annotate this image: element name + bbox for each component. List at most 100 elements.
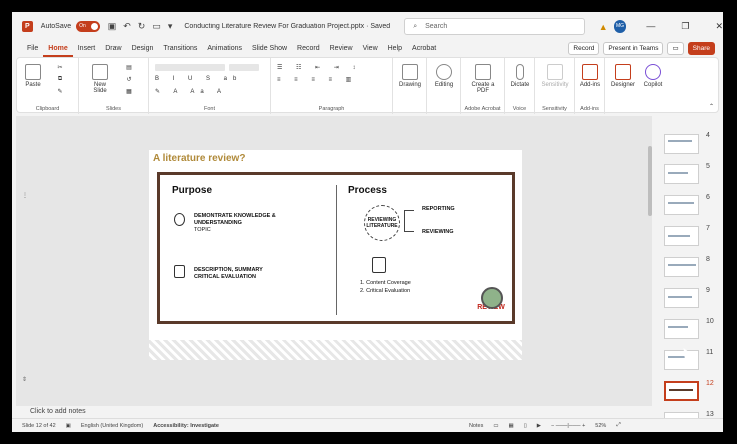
- notes-pane[interactable]: Click to add notes: [16, 408, 652, 418]
- fit-slide-icon[interactable]: ⤢: [616, 422, 620, 429]
- warning-icon[interactable]: ▲: [599, 22, 608, 32]
- section-icon[interactable]: ▦: [121, 88, 137, 95]
- accessibility-status[interactable]: Accessibility: Investigate: [153, 423, 219, 429]
- notes-toggle[interactable]: Notes: [469, 423, 483, 429]
- list-buttons[interactable]: ☰ ☷ ⇤ ⇥ ↕: [277, 64, 387, 71]
- purpose-heading[interactable]: Purpose: [172, 185, 212, 196]
- paste-button[interactable]: Paste: [23, 64, 43, 88]
- tab-slide-show[interactable]: Slide Show: [247, 41, 292, 57]
- thumbnail-slide-10[interactable]: [664, 319, 699, 339]
- tab-draw[interactable]: Draw: [100, 41, 126, 57]
- search-input[interactable]: ⌕ Search: [404, 18, 585, 35]
- thumb-line: [668, 235, 690, 237]
- redo-icon[interactable]: ↻: [138, 21, 146, 32]
- layout-icon[interactable]: ▤: [121, 64, 137, 71]
- zoom-slider[interactable]: − ───|─── +: [551, 423, 585, 429]
- customize-qat-icon[interactable]: ▾: [168, 21, 173, 32]
- purpose-item-knowledge[interactable]: DEMONTRATE KNOWLEDGE & UNDERSTANDING TOP…: [194, 213, 284, 234]
- slide-editor[interactable]: ⋮ ⇕ A literature review? Purpose Process…: [16, 116, 652, 406]
- save-icon[interactable]: ▣: [108, 21, 117, 32]
- drawing-icon: [402, 64, 418, 80]
- tab-design[interactable]: Design: [127, 41, 159, 57]
- tab-transitions[interactable]: Transitions: [158, 41, 202, 57]
- thumbnail-slide-8[interactable]: [664, 257, 699, 277]
- current-slide[interactable]: A literature review? Purpose Process DEM…: [149, 150, 522, 360]
- reset-icon[interactable]: ↺: [121, 76, 137, 83]
- font-name-input[interactable]: [155, 64, 225, 71]
- restore-icon[interactable]: ❐: [681, 21, 689, 32]
- purpose-item-description[interactable]: DESCRIPTION, SUMMARY CRITICAL EVALUATION: [194, 267, 284, 281]
- avatar[interactable]: MG: [613, 20, 627, 33]
- document-title[interactable]: Conducting Literature Review For Graduat…: [184, 23, 390, 30]
- tab-view[interactable]: View: [358, 41, 383, 57]
- language-indicator[interactable]: English (United Kingdom): [81, 423, 143, 429]
- slide-title[interactable]: A literature review?: [153, 153, 245, 164]
- share-button[interactable]: Share: [687, 42, 715, 55]
- reading-view-icon[interactable]: ▯: [524, 423, 527, 429]
- slide-sorter-icon[interactable]: ▦: [509, 423, 514, 429]
- slideshow-icon[interactable]: ▶: [537, 423, 541, 429]
- editing-button[interactable]: Editing: [430, 64, 458, 88]
- window-controls: — ❐ ✕: [646, 21, 723, 32]
- slide-content-panel[interactable]: Purpose Process DEMONTRATE KNOWLEDGE & U…: [157, 172, 515, 324]
- branch-reporting[interactable]: REPORTING: [422, 206, 455, 213]
- tab-acrobat[interactable]: Acrobat: [407, 41, 441, 57]
- tab-file[interactable]: File: [22, 41, 43, 57]
- comments-button[interactable]: ▭: [667, 42, 684, 55]
- dictate-button[interactable]: Dictate: [507, 64, 533, 88]
- copilot-button[interactable]: Copilot: [639, 64, 667, 88]
- tab-record[interactable]: Record: [292, 41, 325, 57]
- tab-home[interactable]: Home: [43, 41, 73, 57]
- thumbnail-slide-5[interactable]: [664, 164, 699, 184]
- align-buttons[interactable]: ≡ ≡ ≡ ≡ ▥: [277, 76, 387, 83]
- thumbnail-slide-4[interactable]: [664, 134, 699, 154]
- addins-button[interactable]: Add-ins: [577, 64, 603, 88]
- thumb-line: [668, 264, 696, 266]
- editor-scrollbar[interactable]: [648, 146, 652, 216]
- drawing-button[interactable]: Drawing: [396, 64, 424, 88]
- thumbnail-slide-7[interactable]: [664, 226, 699, 246]
- nav-arrows-icon[interactable]: ⇕: [22, 376, 27, 383]
- collapse-ribbon-icon[interactable]: ⌃: [709, 103, 714, 110]
- group-label-paragraph: Paragraph: [318, 106, 345, 112]
- normal-view-icon[interactable]: ▭: [493, 423, 498, 429]
- pdf-icon: [475, 64, 491, 80]
- clipboard-icon: [174, 265, 185, 278]
- zoom-level[interactable]: 52%: [595, 423, 606, 429]
- tab-help[interactable]: Help: [383, 41, 407, 57]
- font-color-buttons[interactable]: ✎ A Aa A: [155, 88, 265, 95]
- autosave-toggle[interactable]: On: [76, 21, 100, 32]
- group-label-voice: Voice: [512, 106, 527, 112]
- ribbon: Paste ✂ ⧉ ✎ Clipboard New Slide ▤ ↺ ▦ Sl…: [16, 57, 719, 114]
- new-slide-button[interactable]: New Slide: [87, 64, 113, 94]
- branch-reviewing[interactable]: REVIEWING: [422, 229, 453, 236]
- thumbnail-slide-6[interactable]: [664, 195, 699, 215]
- designer-button[interactable]: Designer: [609, 64, 637, 88]
- cut-icon[interactable]: ✂: [53, 64, 67, 71]
- font-format-buttons[interactable]: B I U S ab: [155, 76, 265, 82]
- tab-review[interactable]: Review: [325, 41, 358, 57]
- tab-insert[interactable]: Insert: [73, 41, 101, 57]
- undo-icon[interactable]: ↶: [123, 21, 131, 32]
- process-list-item-1[interactable]: 1. Content Coverage: [360, 280, 411, 287]
- sensitivity-button[interactable]: Sensitivity: [539, 64, 571, 88]
- record-button[interactable]: Record: [568, 42, 600, 55]
- reviewing-literature-circle[interactable]: REVIEWING LITERATURE: [364, 205, 400, 241]
- process-heading[interactable]: Process: [348, 185, 387, 196]
- tab-animations[interactable]: Animations: [202, 41, 247, 57]
- font-size-input[interactable]: [229, 64, 259, 71]
- close-icon[interactable]: ✕: [715, 21, 723, 32]
- powerpoint-logo-icon: P: [22, 21, 33, 32]
- create-pdf-button[interactable]: Create a PDF: [467, 64, 499, 94]
- thumbnail-slide-9[interactable]: [664, 288, 699, 308]
- expand-pane-icon[interactable]: ⋮: [22, 192, 28, 199]
- review-badge-image: REVIEW: [474, 287, 508, 317]
- format-painter-icon[interactable]: ✎: [53, 88, 67, 95]
- present-icon[interactable]: ▭: [152, 21, 161, 32]
- copy-icon[interactable]: ⧉: [53, 76, 67, 83]
- spellcheck-icon[interactable]: ▣: [66, 423, 71, 429]
- minimize-icon[interactable]: —: [646, 21, 655, 32]
- present-in-teams-button[interactable]: Present in Teams: [603, 42, 664, 55]
- process-list-item-2[interactable]: 2. Critical Evaluation: [360, 288, 410, 295]
- thumbnail-slide-12-selected[interactable]: [664, 381, 699, 401]
